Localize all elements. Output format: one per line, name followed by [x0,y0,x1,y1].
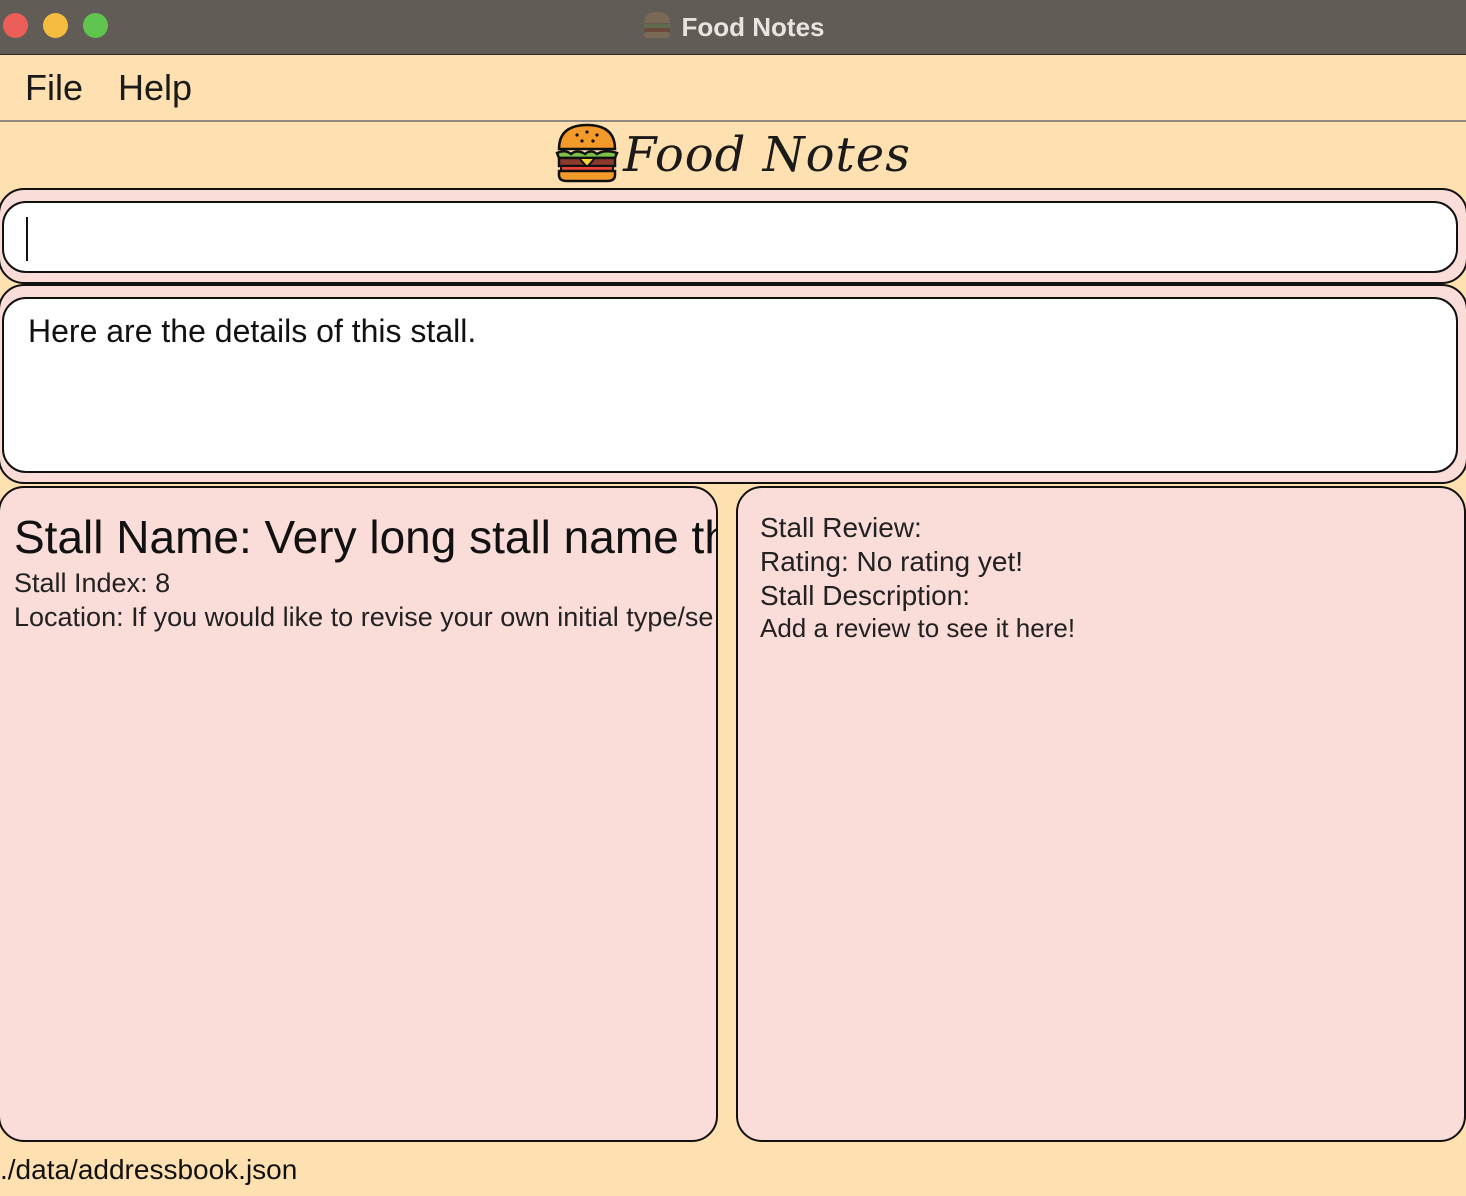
stall-location: Location: If you would like to revise yo… [14,602,714,632]
review-rating: Rating: No rating yet! [760,546,1024,577]
result-message: Here are the details of this stall. [28,313,477,349]
status-bar-file-path: ./data/addressbook.json [0,1154,298,1185]
command-input[interactable] [22,217,1438,261]
stall-name: Stall Name: Very long stall name tha [14,511,718,563]
text-caret [26,217,28,261]
window-titlebar: Food Notes [0,0,1466,55]
menu-file[interactable]: File [25,67,83,109]
burger-icon [555,123,619,188]
stall-index: Stall Index: 8 [14,568,171,598]
review-description-label: Stall Description: [760,580,971,611]
window-title-group: Food Notes [0,0,1466,54]
logo-text: Food Notes [623,127,911,183]
result-display-panel: Here are the details of this stall. [0,284,1466,484]
review-heading: Stall Review: [760,512,922,543]
menu-help[interactable]: Help [118,67,192,109]
review-description: Add a review to see it here! [760,613,1076,643]
app-logo: Food Notes [0,122,1466,188]
window-title: Food Notes [681,11,825,42]
burger-icon [642,11,672,44]
stall-detail-panel: Stall Name: Very long stall name tha Sta… [0,486,718,1142]
stall-review-panel: Stall Review: Rating: No rating yet! Sta… [736,486,1466,1142]
command-box[interactable] [2,201,1458,273]
result-display[interactable]: Here are the details of this stall. [2,297,1458,473]
command-box-panel [0,188,1466,284]
menu-bar: File Help [0,55,1466,122]
